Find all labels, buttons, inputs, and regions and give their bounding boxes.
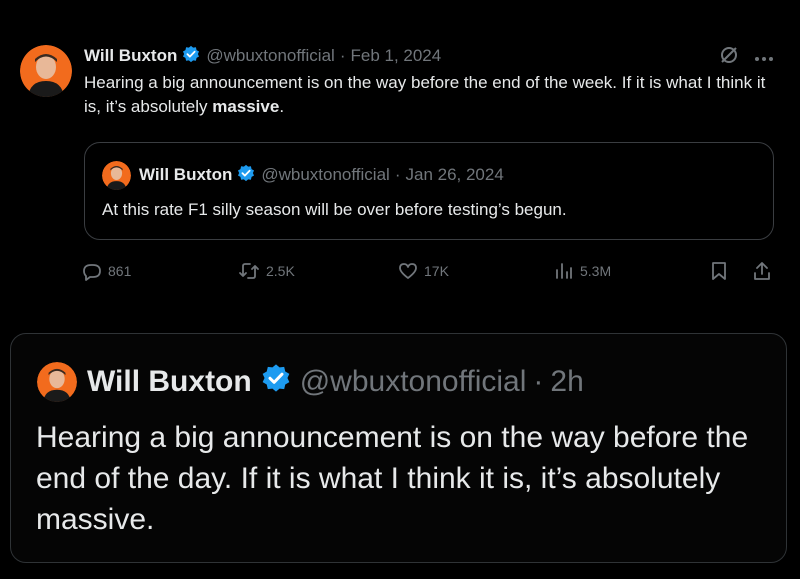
tweet-text: Hearing a big announcement is on the way… [36, 421, 749, 536]
post-date[interactable]: Feb 1, 2024 [350, 46, 441, 66]
quoted-tweet[interactable]: Will Buxton @wbuxtonofficial · Jan 26, 2… [84, 142, 774, 240]
verified-badge-icon [261, 363, 291, 401]
views-button[interactable]: 5.3M [554, 258, 611, 284]
avatar-image [102, 161, 131, 190]
author-name: Will Buxton [139, 165, 233, 184]
tweet-text-part: Hearing a big announcement is on the way… [84, 73, 766, 116]
more-icon[interactable] [754, 49, 774, 67]
bookmark-icon [712, 262, 726, 280]
reply-icon [83, 264, 101, 281]
retweet-icon [239, 263, 259, 279]
reply-count: 861 [108, 263, 132, 279]
quoted-tweet-header: Will Buxton @wbuxtonofficial · Jan 26, 2… [139, 163, 504, 187]
author-handle[interactable]: @wbuxtonofficial [300, 365, 527, 399]
tweet-edited[interactable]: Will Buxton @wbuxtonofficial · 2h Hearin… [10, 333, 787, 563]
bookmark-button[interactable] [710, 258, 728, 284]
quoted-tweet-text: At this rate F1 silly season will be ove… [102, 200, 567, 219]
avatar-image [37, 362, 77, 402]
share-button[interactable] [752, 258, 772, 284]
like-count: 17K [424, 263, 449, 279]
tweet-original[interactable]: Will Buxton @wbuxtonofficial · Feb 1, 20… [0, 0, 800, 318]
avatar[interactable] [20, 45, 72, 97]
views-count: 5.3M [580, 263, 612, 279]
separator-dot: · [533, 365, 544, 398]
share-icon [754, 262, 770, 280]
like-button[interactable]: 17K [398, 258, 449, 284]
views-icon [556, 263, 572, 279]
tweet-text-end: . [279, 97, 285, 116]
like-icon [399, 263, 417, 279]
tweet-text: Hearing a big announcement is on the way… [84, 71, 784, 119]
author-name[interactable]: Will Buxton [87, 365, 252, 399]
retweet-count: 2.5K [266, 263, 295, 279]
avatar [102, 161, 131, 190]
tweet-header: Will Buxton @wbuxtonofficial · Feb 1, 20… [84, 44, 441, 68]
post-time[interactable]: 2h [550, 365, 583, 399]
author-handle[interactable]: @wbuxtonofficial [206, 46, 334, 66]
verified-badge-icon [237, 164, 255, 187]
tweet-header: Will Buxton @wbuxtonofficial · 2h [87, 361, 584, 403]
tweet-top-actions [718, 44, 774, 71]
author-name[interactable]: Will Buxton [84, 46, 177, 66]
tweet-text-bold: massive [212, 97, 280, 116]
post-date: Jan 26, 2024 [405, 165, 504, 184]
avatar-image [20, 45, 72, 97]
reply-button[interactable]: 861 [82, 258, 131, 284]
separator-dot: · [394, 165, 401, 184]
separator-dot: · [339, 46, 346, 65]
grok-icon[interactable] [718, 44, 740, 71]
tweet-metrics: 861 2.5K 17K 5.3M [82, 258, 782, 284]
verified-badge-icon [182, 45, 200, 68]
retweet-button[interactable]: 2.5K [238, 258, 295, 284]
author-handle: @wbuxtonofficial [261, 165, 390, 184]
avatar[interactable] [37, 362, 77, 402]
